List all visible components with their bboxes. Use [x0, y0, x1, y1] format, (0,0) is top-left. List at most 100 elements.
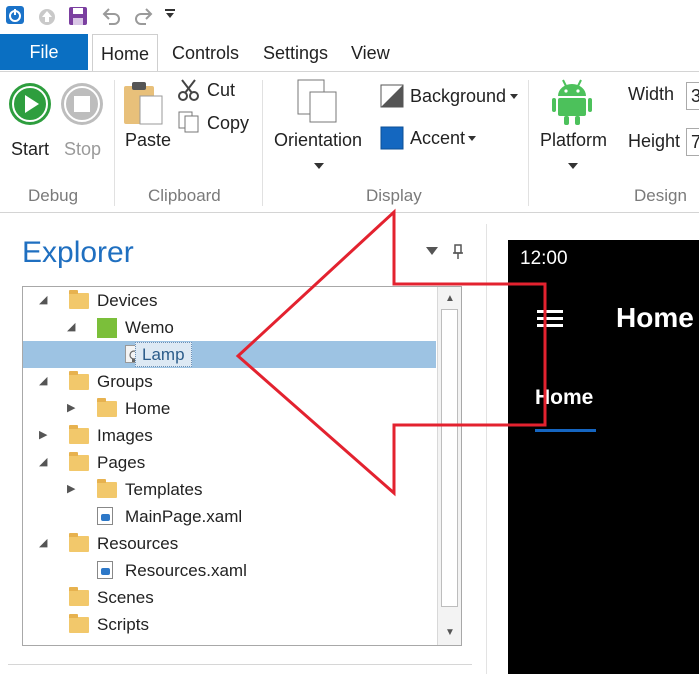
group-label-design: Design	[634, 186, 687, 205]
collapse-arrow-icon[interactable]: ◢	[39, 287, 47, 314]
scroll-down-icon[interactable]: ▼	[440, 623, 460, 643]
tree-item-label: MainPage.xaml	[125, 507, 243, 526]
tree-item-label: Home	[125, 399, 171, 418]
folder-open-icon	[69, 533, 89, 552]
tree-item-label: Wemo	[125, 318, 174, 337]
upload-icon[interactable]	[36, 5, 58, 27]
tab-file[interactable]: File	[0, 34, 88, 70]
tab-home[interactable]: Home	[92, 34, 159, 72]
paste-button[interactable]: Paste	[122, 78, 172, 168]
chevron-down-icon	[468, 136, 476, 141]
customize-toolbar-icon[interactable]	[164, 8, 176, 20]
pin-icon[interactable]	[452, 244, 464, 260]
folder-open-icon	[69, 452, 89, 471]
folder-icon	[97, 398, 117, 417]
cut-label: Cut	[207, 80, 236, 100]
folder-open-icon	[69, 371, 89, 390]
tree-item[interactable]: ◢ Pages	[23, 449, 436, 476]
tree-item-label: Groups	[97, 372, 153, 391]
tree-item-label: Lamp	[135, 342, 192, 367]
stop-button[interactable]: Stop	[58, 82, 106, 166]
copy-label: Copy	[207, 113, 250, 133]
redo-icon[interactable]	[133, 5, 155, 27]
orientation-button[interactable]: Orientation	[272, 76, 368, 176]
scroll-up-icon[interactable]: ▲	[440, 289, 460, 309]
start-button[interactable]: Start	[6, 82, 54, 166]
hamburger-menu-icon[interactable]	[537, 309, 563, 329]
app-logo-icon	[6, 6, 24, 24]
splitter[interactable]	[486, 214, 508, 674]
width-input[interactable]: 3	[686, 82, 699, 110]
scissors-icon	[178, 79, 199, 101]
group-label-debug: Debug	[28, 186, 79, 205]
explorer-tree[interactable]: Scripts Scenes Resources.xaml ◢ Resources Mai…	[22, 286, 462, 646]
stop-icon	[61, 83, 103, 125]
group-separator	[114, 80, 115, 206]
scroll-thumb[interactable]	[441, 309, 458, 607]
xaml-file-icon	[97, 561, 113, 579]
group-label-display: Display	[366, 186, 422, 205]
preview-tab-home[interactable]: Home	[535, 386, 593, 410]
background-swatch-icon	[380, 84, 404, 108]
paste-icon	[124, 82, 163, 125]
folder-icon	[69, 425, 89, 444]
xaml-file-icon	[97, 507, 113, 525]
ribbon: Start Stop Debug Paste Cut Copy Clipboar…	[0, 71, 699, 213]
tree-item[interactable]: Scripts	[23, 611, 436, 638]
tree-item[interactable]: Lamp	[23, 341, 436, 368]
tree-item[interactable]: Scenes	[23, 584, 436, 611]
tree-item-label: Resources.xaml	[125, 561, 247, 580]
expand-arrow-icon[interactable]: ▶	[67, 395, 75, 422]
collapse-arrow-icon[interactable]: ◢	[39, 530, 47, 557]
folder-icon	[69, 587, 89, 606]
tree-item[interactable]: ▶ Templates	[23, 476, 436, 503]
folder-open-icon	[69, 290, 89, 309]
folder-icon	[97, 479, 117, 498]
tree-item-label: Templates	[125, 480, 203, 499]
tree-item-label: Resources	[97, 534, 179, 553]
tree-item-label: Images	[97, 426, 153, 445]
tab-controls[interactable]: Controls	[172, 34, 239, 71]
tab-settings[interactable]: Settings	[263, 34, 328, 71]
tree-item[interactable]: ◢ Wemo	[23, 314, 436, 341]
tree-item[interactable]: MainPage.xaml	[23, 503, 436, 530]
chevron-down-icon	[314, 163, 324, 169]
accent-label: Accent	[410, 128, 466, 148]
tree-item-label: Pages	[97, 453, 146, 472]
expand-arrow-icon[interactable]: ▶	[39, 422, 47, 449]
collapse-arrow-icon[interactable]: ◢	[39, 368, 47, 395]
background-dropdown[interactable]: Background	[378, 84, 524, 110]
expand-arrow-icon[interactable]: ▶	[67, 476, 75, 503]
copy-button[interactable]: Copy	[176, 110, 256, 136]
tree-scrollbar[interactable]: ▲ ▼	[437, 287, 461, 645]
tree-item[interactable]: ◢ Groups	[23, 368, 436, 395]
height-input[interactable]: 7	[686, 128, 699, 156]
collapse-arrow-icon[interactable]: ◢	[67, 314, 75, 341]
quick-access-toolbar	[0, 0, 699, 32]
background-label: Background	[410, 86, 507, 106]
tree-item[interactable]: ◢ Devices	[23, 287, 436, 314]
tree-item-label: Devices	[97, 291, 158, 310]
paste-label: Paste	[125, 130, 172, 150]
width-label: Width	[628, 84, 675, 104]
tab-indicator	[535, 429, 596, 432]
undo-icon[interactable]	[100, 5, 122, 27]
tree-item[interactable]: ▶ Home	[23, 395, 436, 422]
play-icon	[9, 83, 51, 125]
copy-icon	[178, 111, 199, 133]
tree-item[interactable]: ▶ Images	[23, 422, 436, 449]
panel-divider	[8, 664, 472, 665]
chevron-down-icon	[510, 94, 518, 99]
platform-button[interactable]: Platform	[536, 76, 612, 176]
cut-button[interactable]: Cut	[176, 78, 246, 104]
tree-item[interactable]: ◢ Resources	[23, 530, 436, 557]
accent-swatch-icon	[380, 126, 404, 150]
save-icon[interactable]	[67, 5, 89, 27]
tree-item[interactable]: Resources.xaml	[23, 557, 436, 584]
tree-item-label: Scenes	[97, 588, 154, 607]
panel-menu-icon[interactable]	[426, 247, 438, 255]
collapse-arrow-icon[interactable]: ◢	[39, 449, 47, 476]
tab-view[interactable]: View	[351, 34, 390, 71]
accent-dropdown[interactable]: Accent	[378, 126, 488, 152]
wemo-logo-icon	[97, 318, 117, 338]
